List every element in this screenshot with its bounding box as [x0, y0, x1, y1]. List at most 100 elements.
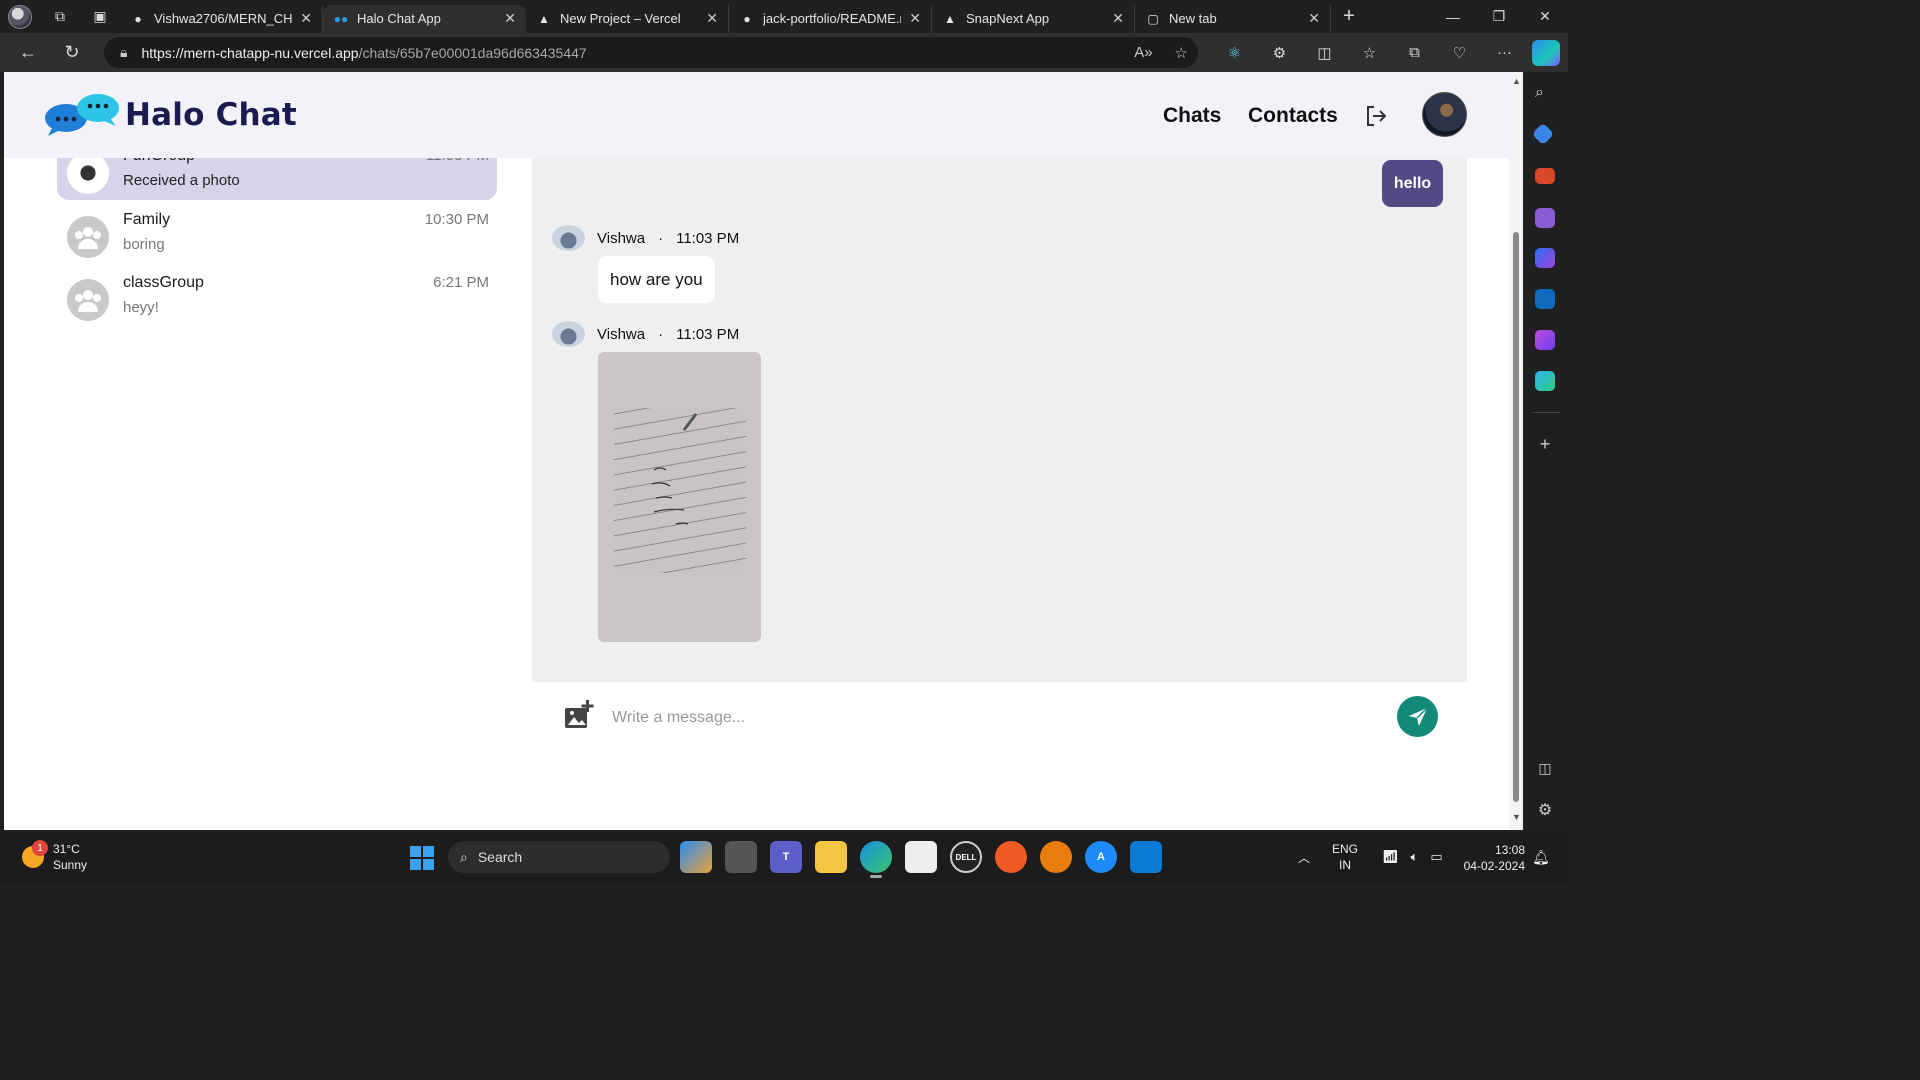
browser-essentials-icon[interactable]: ♡ — [1437, 44, 1482, 62]
minimize-icon[interactable]: — — [1430, 0, 1476, 33]
notification-badge: 1 — [32, 840, 48, 856]
tab-new-tab[interactable]: ▢ New tab ✕ — [1135, 4, 1331, 33]
split-screen-icon[interactable]: ◫ — [1302, 44, 1347, 62]
notification-bell-icon[interactable]: 🔔︎ — [1532, 849, 1550, 866]
close-tab-icon[interactable]: ✕ — [300, 10, 312, 27]
newtab-icon: ▢ — [1147, 11, 1159, 26]
sidebar-settings-icon[interactable]: ⚙ — [1535, 800, 1555, 820]
microsoft365-icon[interactable] — [1535, 248, 1555, 268]
windows-start-icon[interactable] — [410, 846, 434, 870]
tools-icon[interactable] — [1535, 168, 1555, 184]
dell-icon[interactable]: DELL — [950, 841, 982, 873]
tab-snapnext[interactable]: ▲ SnapNext App ✕ — [932, 4, 1135, 33]
send-icon — [1408, 706, 1428, 726]
close-tab-icon[interactable]: ✕ — [1112, 10, 1124, 27]
clock-time: 13:08 — [1494, 843, 1525, 857]
chat-list: FunGroup 11:03 PM Received a photo Famil… — [4, 142, 534, 830]
chat-logo-icon — [45, 94, 119, 136]
address-bar[interactable]: 🔒︎ https://mern-chatapp-nu.vercel.app/ch… — [104, 37, 1198, 68]
vercel-icon: ▲ — [538, 11, 550, 26]
app-store-icon[interactable]: A — [1085, 841, 1117, 873]
tab-vercel-new-project[interactable]: ▲ New Project – Vercel ✕ — [526, 4, 729, 33]
close-tab-icon[interactable]: ✕ — [1308, 10, 1320, 27]
close-tab-icon[interactable]: ✕ — [504, 10, 516, 27]
shopping-tag-icon[interactable] — [1531, 122, 1555, 146]
reload-icon[interactable]: ↻ — [50, 35, 94, 71]
teams-icon[interactable]: T — [770, 841, 802, 873]
url-host: https://mern-chatapp-nu.vercel.app — [141, 44, 359, 61]
tab-github-readme[interactable]: ● jack-portfolio/README.m ✕ — [729, 4, 932, 33]
favorites-icon[interactable]: ☆ — [1347, 44, 1392, 62]
collections-icon[interactable]: ⧉ — [1392, 44, 1437, 61]
games-icon[interactable] — [1535, 208, 1555, 228]
nav-chats-link[interactable]: Chats — [1163, 104, 1221, 128]
add-sidebar-app-icon[interactable]: + — [1535, 434, 1555, 454]
add-image-icon[interactable] — [564, 700, 594, 730]
copilot-app-icon[interactable] — [680, 841, 712, 873]
blender-icon[interactable] — [1040, 841, 1072, 873]
taskbar-search[interactable]: ⌕ Search — [448, 841, 670, 873]
tab-label: jack-portfolio/README.m — [763, 11, 902, 26]
task-view-icon[interactable] — [725, 841, 757, 873]
tab-github-mern-chat[interactable]: ● Vishwa2706/MERN_CHAT ✕ — [120, 4, 323, 33]
designer-icon[interactable] — [1535, 330, 1555, 350]
browser-tab-bar: ⧉ ▣ ● Vishwa2706/MERN_CHAT ✕ ●● Halo Cha… — [0, 0, 1568, 33]
workspaces-icon[interactable]: ⧉ — [40, 0, 80, 33]
search-icon[interactable]: ⌕ — [1535, 84, 1555, 104]
restore-icon[interactable]: ❐ — [1476, 0, 1522, 33]
photo-message[interactable] — [598, 352, 761, 642]
chat-list-item[interactable]: Family 10:30 PM boring — [57, 206, 497, 264]
hide-sidebar-icon[interactable]: ◫ — [1535, 760, 1555, 780]
shared-photo — [614, 408, 746, 573]
drop-icon[interactable] — [1535, 371, 1555, 391]
read-aloud-icon[interactable]: A» — [1134, 44, 1152, 61]
vertical-tabs-icon[interactable]: ▣ — [80, 0, 120, 33]
scrollbar-thumb[interactable] — [1513, 232, 1519, 802]
extensions-icon[interactable]: ⚙ — [1257, 44, 1302, 62]
sender-avatar — [552, 321, 585, 347]
language-indicator[interactable]: ENG IN — [1332, 841, 1358, 873]
edge-sidebar: ⌕ + ◫ ⚙ — [1523, 72, 1568, 832]
back-icon[interactable]: ← — [6, 35, 50, 71]
close-tab-icon[interactable]: ✕ — [706, 10, 718, 27]
message-header: Vishwa · 11:03 PM — [552, 319, 739, 349]
new-tab-button[interactable]: + — [1331, 5, 1367, 28]
profile-button[interactable] — [0, 0, 40, 33]
send-button[interactable] — [1397, 696, 1438, 737]
chat-list-item[interactable]: classGroup 6:21 PM heyy! — [57, 269, 497, 327]
copilot-icon[interactable] — [1532, 40, 1560, 66]
favorite-star-icon[interactable]: ☆ — [1175, 44, 1188, 62]
vscode-icon[interactable] — [1130, 841, 1162, 873]
volume-icon[interactable]: 🔈︎ — [1411, 849, 1419, 865]
close-window-icon[interactable]: ✕ — [1522, 0, 1568, 33]
page-scrollbar[interactable]: ▲ ▼ — [1509, 72, 1523, 830]
logout-icon[interactable] — [1364, 104, 1388, 128]
nav-contacts-link[interactable]: Contacts — [1248, 104, 1338, 128]
sun-icon: 1 — [22, 840, 48, 868]
user-avatar[interactable] — [1422, 92, 1467, 137]
more-menu-icon[interactable]: ··· — [1482, 44, 1527, 61]
weather-widget[interactable]: 1 31°C Sunny — [22, 840, 87, 873]
windows-taskbar: 1 31°C Sunny ⌕ Search T DELL A ︿ ENG IN … — [0, 832, 1568, 882]
react-devtools-icon[interactable]: ⚛ — [1212, 44, 1257, 62]
github-icon: ● — [743, 11, 751, 26]
scroll-up-icon[interactable]: ▲ — [1512, 76, 1521, 86]
battery-icon[interactable]: ▭ — [1430, 849, 1442, 865]
sender-name: Vishwa — [597, 325, 646, 343]
sender-name: Vishwa — [597, 229, 646, 247]
show-hidden-icons[interactable]: ︿ — [1298, 849, 1310, 866]
group-avatar — [67, 152, 109, 194]
tab-halo-chat[interactable]: ●● Halo Chat App ✕ — [323, 4, 526, 33]
chat-last-message: boring — [123, 236, 165, 253]
outlook-icon[interactable] — [1535, 289, 1555, 309]
scroll-down-icon[interactable]: ▼ — [1512, 812, 1521, 822]
wifi-icon[interactable]: 📶︎ — [1382, 849, 1399, 865]
microsoft-store-icon[interactable] — [905, 841, 937, 873]
postman-icon[interactable] — [995, 841, 1027, 873]
close-tab-icon[interactable]: ✕ — [909, 10, 921, 27]
search-icon: ⌕ — [460, 848, 468, 865]
message-input[interactable] — [612, 704, 1372, 732]
system-clock[interactable]: 13:08 04-02-2024 — [1460, 842, 1525, 874]
edge-icon[interactable] — [860, 841, 892, 878]
file-explorer-icon[interactable] — [815, 841, 847, 873]
